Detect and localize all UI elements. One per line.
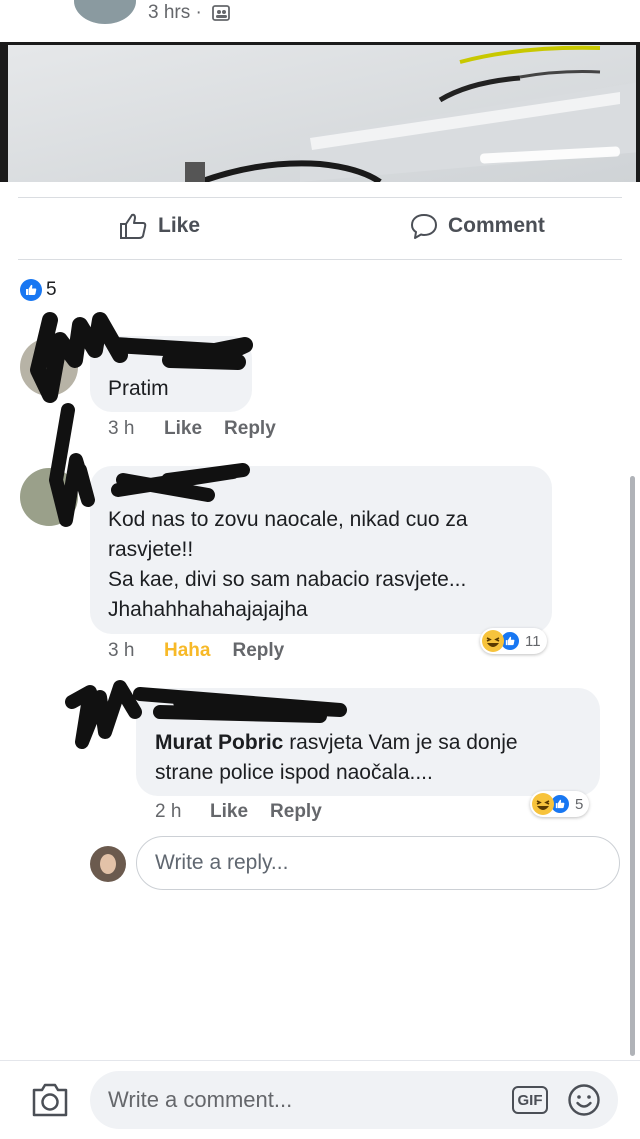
post-timestamp[interactable]: 3 hrs · xyxy=(148,2,202,24)
comment-reactions[interactable]: 11 xyxy=(480,628,547,654)
reply-meta: 2 h Like Reply xyxy=(155,801,322,823)
comment-reply-button[interactable]: Reply xyxy=(232,640,284,662)
divider xyxy=(18,197,622,198)
comment-meta: 3 h Haha Reply xyxy=(108,640,284,662)
reply-reply-button[interactable]: Reply xyxy=(270,801,322,823)
haha-reaction-icon xyxy=(482,630,504,652)
like-reaction-icon xyxy=(20,279,42,301)
comment-input-placeholder: Write a comment... xyxy=(108,1087,293,1112)
scrollbar[interactable] xyxy=(630,476,635,1056)
reply-time[interactable]: 2 h xyxy=(155,801,210,823)
reply-input[interactable]: Write a reply... xyxy=(136,836,620,890)
user-avatar xyxy=(90,846,126,882)
reactions-summary[interactable]: 5 xyxy=(20,279,57,301)
author-avatar[interactable] xyxy=(74,0,136,24)
comment-haha-button[interactable]: Haha xyxy=(164,640,210,662)
friends-audience-icon xyxy=(212,5,230,21)
speech-bubble-icon xyxy=(411,214,437,239)
redaction-scribble xyxy=(30,312,253,403)
comment-line: Jhahahhahahajajajha xyxy=(108,598,308,621)
redaction-scribble xyxy=(65,680,347,749)
reaction-count: 5 xyxy=(575,795,584,813)
redaction-scribble xyxy=(49,403,250,527)
gif-button[interactable]: GIF xyxy=(512,1086,548,1114)
emoji-icon[interactable] xyxy=(567,1083,601,1117)
comment-label: Comment xyxy=(448,214,545,237)
reply-reactions[interactable]: 5 xyxy=(530,791,590,817)
thumbs-up-icon xyxy=(120,213,147,239)
like-label: Like xyxy=(158,214,201,237)
reactions-count: 5 xyxy=(46,279,57,300)
divider xyxy=(18,259,622,260)
reply-like-button[interactable]: Like xyxy=(210,801,248,823)
comment-button[interactable]: Comment xyxy=(410,212,545,240)
camera-icon[interactable] xyxy=(30,1082,70,1118)
post-photo[interactable] xyxy=(0,42,640,182)
like-button[interactable]: Like xyxy=(118,212,200,240)
comment-time[interactable]: 3 h xyxy=(108,640,164,662)
comment-line: Sa kae, divi so sam nabacio rasvjete... xyxy=(108,568,467,591)
reply-line: strane police ispod naočala.... xyxy=(155,761,433,784)
reaction-count: 11 xyxy=(525,632,541,650)
haha-reaction-icon xyxy=(532,793,554,815)
